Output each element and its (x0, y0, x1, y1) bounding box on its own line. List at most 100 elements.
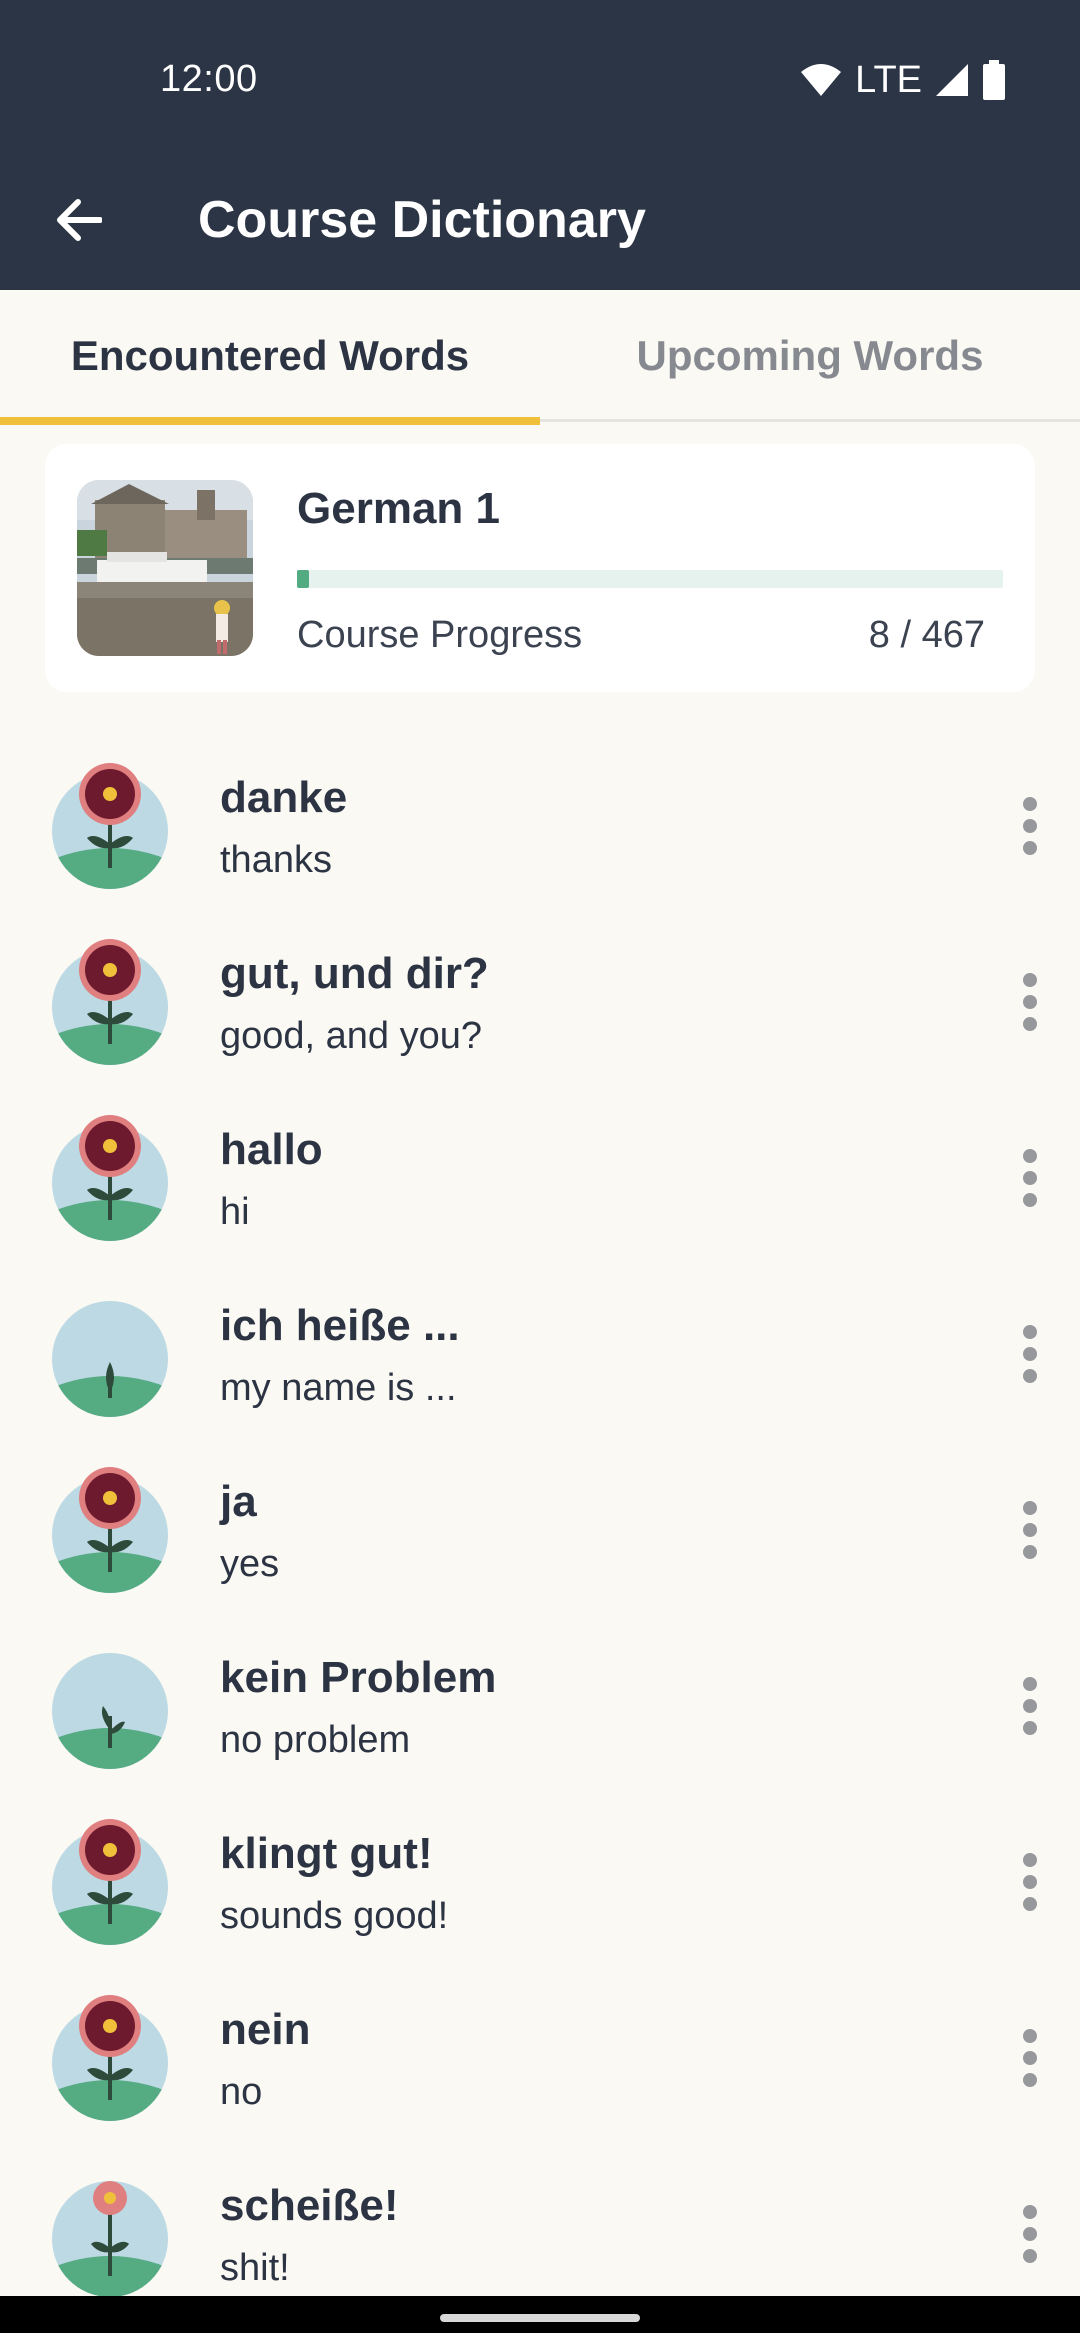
more-vert-icon-dot (1023, 1017, 1037, 1031)
more-vert-icon-dot (1023, 1875, 1037, 1889)
app-bar: Course Dictionary (0, 160, 1080, 290)
word-translation: good, and you? (220, 1015, 483, 1057)
word-term: ich heiße ... (220, 1301, 460, 1350)
more-vert-icon-dot (1023, 1853, 1037, 1867)
word-term: nein (220, 2005, 311, 2054)
more-vert-icon-dot (1023, 1171, 1037, 1185)
network-type: LTE (855, 58, 922, 101)
battery-icon (983, 60, 1005, 100)
word-list-item[interactable]: danke thanks (0, 738, 1080, 914)
wifi-icon (801, 64, 842, 96)
course-thumbnail (77, 480, 253, 656)
more-vert-icon-dot (1023, 2029, 1037, 2043)
word-translation: hi (220, 1191, 250, 1233)
more-vert-icon-dot (1023, 1677, 1037, 1691)
word-text: scheiße! shit! (220, 2178, 399, 2294)
more-vert-icon-dot (1023, 995, 1037, 1009)
status-bar: 12:00 LTE (0, 0, 1080, 160)
word-term: kein Problem (220, 1653, 497, 1702)
plant-flower-icon (51, 760, 169, 890)
word-list-item[interactable]: klingt gut! sounds good! (0, 1794, 1080, 1970)
course-progress-bar (297, 570, 1003, 588)
word-translation: my name is ... (220, 1367, 457, 1409)
plant-flower-icon (51, 1112, 169, 1242)
more-options-button[interactable] (1000, 1842, 1060, 1922)
more-vert-icon-dot (1023, 1721, 1037, 1735)
more-vert-icon-dot (1023, 1193, 1037, 1207)
plant-flower-icon (51, 1816, 169, 1946)
word-text: kein Problem no problem (220, 1650, 496, 1766)
word-list-item[interactable]: ich heiße ... my name is ... (0, 1266, 1080, 1442)
more-vert-icon-dot (1023, 1369, 1037, 1383)
more-vert-icon-dot (1023, 1149, 1037, 1163)
course-progress-label: Course Progress (297, 614, 583, 656)
signal-icon (936, 64, 968, 96)
more-vert-icon-dot (1023, 2249, 1037, 2263)
word-text: nein no (220, 2002, 310, 2118)
more-vert-icon-dot (1023, 2205, 1037, 2219)
word-list-item[interactable]: ja yes (0, 1442, 1080, 1618)
more-options-button[interactable] (1000, 1138, 1060, 1218)
plant-flower-icon (51, 1992, 169, 2122)
word-list-item[interactable]: gut, und dir? good, and you? (0, 914, 1080, 1090)
more-vert-icon-dot (1023, 2073, 1037, 2087)
back-button[interactable] (40, 182, 116, 258)
more-options-button[interactable] (1000, 2194, 1060, 2274)
more-options-button[interactable] (1000, 1490, 1060, 1570)
more-vert-icon-dot (1023, 819, 1037, 833)
tab-label: Encountered Words (70, 332, 470, 379)
more-options-button[interactable] (1000, 1314, 1060, 1394)
more-vert-icon-dot (1023, 841, 1037, 855)
word-list-item[interactable]: hallo hi (0, 1090, 1080, 1266)
word-text: ja yes (220, 1474, 279, 1590)
course-progress-count: 8 / 467 (868, 614, 985, 656)
more-options-button[interactable] (1000, 786, 1060, 866)
plant-seedling-icon (51, 1640, 169, 1770)
word-term: gut, und dir? (220, 949, 489, 998)
word-list: danke thanks gut, und dir? good, and you? ha… (0, 738, 1080, 2322)
more-options-button[interactable] (1000, 1666, 1060, 1746)
plant-bud-icon (51, 2168, 169, 2298)
word-term: klingt gut! (220, 1829, 433, 1878)
word-text: klingt gut! sounds good! (220, 1826, 448, 1942)
word-term: hallo (220, 1125, 323, 1174)
more-vert-icon-dot (1023, 1501, 1037, 1515)
word-term: danke (220, 773, 348, 822)
more-vert-icon-dot (1023, 973, 1037, 987)
more-vert-icon-dot (1023, 1699, 1037, 1713)
active-tab-indicator (0, 417, 540, 425)
word-text: gut, und dir? good, and you? (220, 946, 489, 1062)
navigation-bar (0, 2296, 1080, 2333)
tab-label: Upcoming Words (636, 332, 984, 379)
plant-flower-icon (51, 936, 169, 1066)
course-card[interactable]: German 1 Course Progress 8 / 467 (45, 444, 1035, 692)
word-list-item[interactable]: nein no (0, 1970, 1080, 2146)
word-term: scheiße! (220, 2181, 399, 2230)
course-progress-fill (297, 570, 310, 588)
word-translation: yes (220, 1543, 280, 1585)
word-list-item[interactable]: kein Problem no problem (0, 1618, 1080, 1794)
more-vert-icon-dot (1023, 1347, 1037, 1361)
word-text: hallo hi (220, 1122, 323, 1238)
more-options-button[interactable] (1000, 2018, 1060, 2098)
word-text: ich heiße ... my name is ... (220, 1298, 460, 1414)
word-text: danke thanks (220, 770, 347, 886)
word-translation: thanks (220, 839, 332, 881)
more-vert-icon-dot (1023, 2051, 1037, 2065)
more-options-button[interactable] (1000, 962, 1060, 1042)
plant-flower-icon (51, 1464, 169, 1594)
tab-upcoming-words[interactable]: Upcoming Words (540, 290, 1080, 422)
more-vert-icon-dot (1023, 797, 1037, 811)
page-title: Course Dictionary (198, 191, 646, 249)
more-vert-icon-dot (1023, 1545, 1037, 1559)
tab-encountered-words[interactable]: Encountered Words (0, 290, 540, 425)
more-vert-icon-dot (1023, 2227, 1037, 2241)
plant-sprout-icon (51, 1288, 169, 1418)
status-time: 12:00 (160, 58, 258, 100)
status-icons: LTE (799, 58, 1006, 102)
course-title: German 1 (297, 484, 500, 533)
word-translation: no problem (220, 1719, 411, 1761)
tab-bar: Encountered Words Upcoming Words (0, 290, 1080, 425)
home-gesture-handle[interactable] (440, 2314, 640, 2322)
word-translation: sounds good! (220, 1895, 449, 1937)
